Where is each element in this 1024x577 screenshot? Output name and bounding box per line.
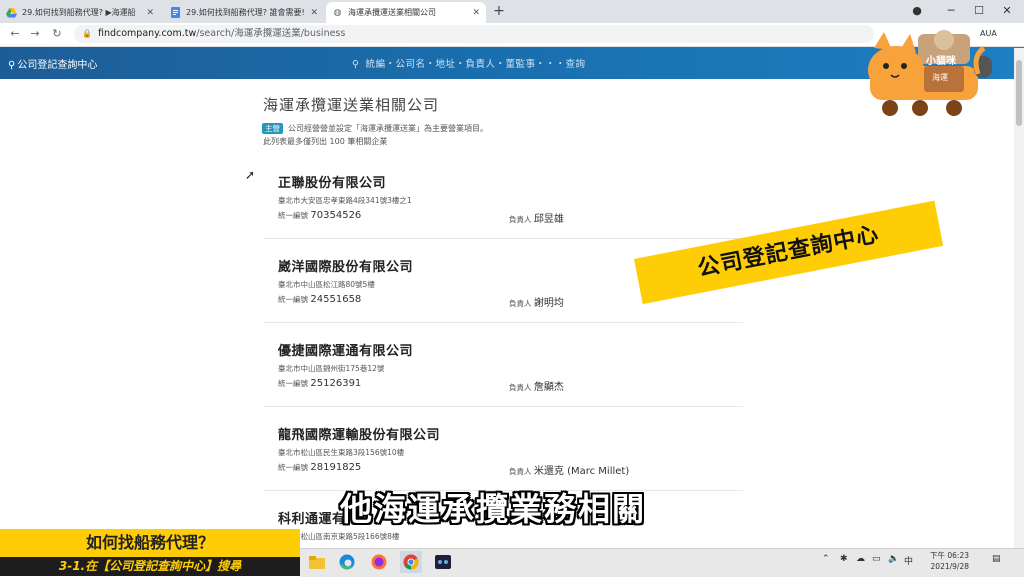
back-icon[interactable]: ← [6,25,24,43]
company-address: 臺北市大安區忠孝東路4段341號3樓之1 [278,196,412,205]
company-name[interactable]: 龍飛國際運輸股份有限公司 [278,424,440,443]
mascot-name: 小貓咪 [926,56,956,67]
minimize-icon[interactable]: ─ [940,2,962,20]
company-card[interactable]: 優捷國際運通有限公司 臺北市中山區錦州街175巷12號 統一編號 2512639… [263,332,743,407]
id-value: 70354526 [310,210,362,221]
company-id: 統一編號 25126391 [278,378,361,389]
cloud-icon[interactable]: ☁ [856,554,865,564]
forward-icon[interactable]: → [26,25,44,43]
clock-date: 2021/9/28 [930,562,969,571]
owner-value: 謝明均 [533,298,564,309]
site-search-input[interactable]: ⚲ 統編・公司名・地址・負責人・董監事・・・查詢 [352,56,585,70]
notification-icon[interactable]: ▤ [992,554,1001,564]
owner-value: 邱昱雄 [533,214,564,225]
owner-label: 負責人 [509,467,532,476]
company-owner: 負責人 米還克 (Marc Millet) [509,462,629,477]
company-address: 臺北市松山區民生東路3段156號10樓 [278,448,405,457]
id-label: 統一編號 [278,211,308,220]
company-id: 統一編號 70354526 [278,210,361,221]
notice-line-1: 公司經營營並設定「海運承攬運送業」為主要營業項目。 [288,124,488,133]
company-owner: 負責人 謝明均 [509,294,564,309]
url-domain: findcompany.com.tw [97,28,197,39]
search-placeholder: 統編・公司名・地址・負責人・董監事・・・查詢 [365,59,586,70]
caption-title-box: 如何找船務代理？ [0,529,300,557]
company-name[interactable]: 科利通運有 [278,508,346,527]
page-scrollbar[interactable] [1014,48,1024,548]
search-icon: ⚲ [8,60,16,71]
company-name[interactable]: 優捷國際運通有限公司 [278,340,413,359]
taskbar-clock[interactable]: 下午 06:23 2021/9/28 [930,550,969,572]
company-card[interactable]: 正聯股份有限公司 臺北市大安區忠孝東路4段341號3樓之1 統一編號 70354… [263,164,743,239]
speaker-icon[interactable]: 🔈 [888,554,899,564]
browser-tab-3[interactable]: ◍ 海運承攬運送業相關公司 ✕ [326,2,486,23]
chrome-icon[interactable] [400,551,422,573]
search-icon: ⚲ [352,59,360,70]
edge-icon[interactable] [336,551,358,573]
owner-label: 負責人 [509,383,532,392]
browser-tab-2[interactable]: 29.如何找到船務代理? 誰會需要! ✕ [164,2,324,23]
reload-icon[interactable]: ↻ [48,25,66,43]
tab-title: 海運承攬運送業相關公司 [348,8,436,17]
company-id: 統一編號 28191825 [278,462,361,473]
ime-indicator[interactable]: 中 [904,554,913,567]
caption-title: 如何找船務代理？ [85,533,214,552]
company-card[interactable]: 龍飛國際運輸股份有限公司 臺北市松山區民生東路3段156號10樓 統一編號 28… [263,416,743,491]
id-label: 統一編號 [278,463,308,472]
lock-icon: 🔒 [82,29,92,38]
company-name[interactable]: 崴洋國際股份有限公司 [278,256,413,275]
close-icon[interactable]: ✕ [472,8,480,18]
company-address: 臺北市中山區錦州街175巷12號 [278,364,385,373]
media-icon[interactable]: ● [906,2,928,20]
address-bar[interactable]: 🔒 findcompany.com.tw/search/海運承攬運送業/busin… [74,25,874,43]
company-name[interactable]: 正聯股份有限公司 [278,172,386,191]
url-path: /search/海運承攬運送業/business [196,28,346,39]
id-value: 24551658 [310,294,362,305]
page-title: 海運承攬運送業相關公司 [263,96,440,114]
tab-title: 29.如何找到船務代理? ▶海運船 [22,8,136,17]
company-address: 臺北市中山區松江路80號5樓 [278,280,375,289]
maximize-icon[interactable]: ☐ [968,2,990,20]
site-brand-text: 公司登記查詢中心 [17,60,98,71]
owner-value: 詹顯杰 [533,382,564,393]
app-icon[interactable] [432,551,454,573]
docs-icon [170,7,181,18]
caption-subtitle: 3-1.在【公司登記查詢中心】搜尋 [58,559,242,573]
firefox-icon[interactable] [368,551,390,573]
mouse-cursor-icon: ➚ [245,168,256,182]
drive-icon [6,7,17,18]
chevron-up-icon[interactable]: ⌃ [822,554,830,564]
caption-subtitle-box: 3-1.在【公司登記查詢中心】搜尋 [0,557,300,576]
tab-title: 29.如何找到船務代理? 誰會需要! [186,8,305,17]
notice-line-2: 此列表最多僅列出 100 筆相關企業 [263,137,388,146]
company-owner: 負責人 邱昱雄 [509,210,564,225]
close-window-icon[interactable]: ✕ [996,2,1018,20]
company-owner: 負責人 詹顯杰 [509,378,564,393]
category-badge: 主營 [262,123,283,134]
owner-value: 米還克 (Marc Millet) [533,466,630,477]
video-subtitle: 他海運承攬業務相關 [340,490,647,528]
file-explorer-icon[interactable] [306,551,328,573]
owner-label: 負責人 [509,215,532,224]
browser-tab-1[interactable]: 29.如何找到船務代理? ▶海運船 ✕ [0,2,160,23]
company-id: 統一編號 24551658 [278,294,361,305]
battery-icon[interactable]: ▭ [872,554,881,564]
id-label: 統一編號 [278,295,308,304]
new-tab-button[interactable]: + [490,2,508,20]
id-value: 25126391 [310,378,362,389]
id-label: 統一編號 [278,379,308,388]
close-icon[interactable]: ✕ [310,8,318,18]
owner-label: 負責人 [509,299,532,308]
scrollbar-thumb[interactable] [1016,60,1022,126]
mascot-sub: 海運 [932,73,948,82]
mascot-logo: 小貓咪 海運 [866,28,1002,120]
bluetooth-icon[interactable]: ✱ [840,554,848,564]
id-value: 28191825 [310,462,362,473]
close-icon[interactable]: ✕ [146,8,154,18]
globe-icon: ◍ [333,7,342,18]
clock-time: 下午 06:23 [930,551,969,560]
site-brand-link[interactable]: ⚲ 公司登記查詢中心 [8,56,97,71]
